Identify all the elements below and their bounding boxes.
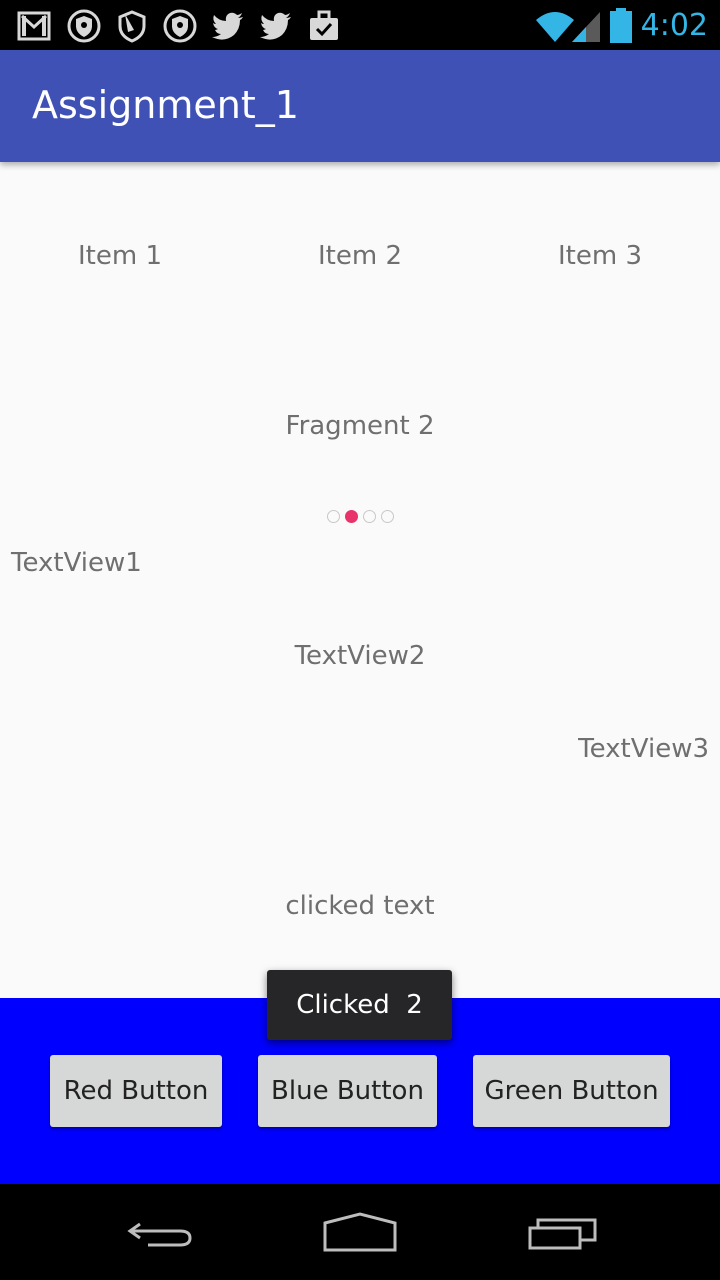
- signal-icon: [572, 12, 600, 42]
- textview2: TextView2: [294, 641, 426, 671]
- status-bar: 4:02: [0, 0, 720, 50]
- shield-hand-icon: [118, 10, 146, 43]
- tab-item-3[interactable]: Item 3: [480, 238, 720, 274]
- status-time: 4:02: [640, 8, 708, 43]
- app-bar: Assignment_1: [0, 50, 720, 162]
- textview3: TextView3: [578, 734, 709, 764]
- green-button[interactable]: Green Button: [473, 1055, 670, 1127]
- recents-icon: [528, 1218, 597, 1250]
- briefcase-check-icon: [310, 10, 338, 40]
- shield-icon: [67, 9, 101, 43]
- page-dot[interactable]: [362, 510, 376, 523]
- recents-button[interactable]: [500, 1202, 620, 1262]
- fragment-label: Fragment 2: [285, 411, 435, 441]
- tab-item-2[interactable]: Item 2: [240, 238, 480, 274]
- page-indicator: [0, 510, 720, 526]
- home-button[interactable]: [300, 1202, 420, 1262]
- twitter-icon: [212, 12, 243, 40]
- back-icon: [127, 1222, 192, 1247]
- nav-bar: [0, 1184, 720, 1280]
- page-dot[interactable]: [326, 510, 340, 523]
- app-title: Assignment_1: [32, 83, 299, 127]
- tab-item-1[interactable]: Item 1: [0, 238, 240, 274]
- shield-icon: [163, 9, 197, 43]
- main-content: Item 1 Item 2 Item 3 Fragment 2 TextView…: [0, 162, 720, 998]
- gmail-icon: [17, 11, 51, 41]
- red-button[interactable]: Red Button: [50, 1055, 222, 1127]
- page-dot[interactable]: [380, 510, 394, 523]
- battery-icon: [610, 8, 632, 43]
- twitter-icon: [260, 12, 291, 40]
- back-button[interactable]: [100, 1202, 220, 1262]
- textview1: TextView1: [11, 548, 142, 578]
- blue-button[interactable]: Blue Button: [258, 1055, 437, 1127]
- page-dot-active[interactable]: [344, 510, 358, 523]
- toast-message: Clicked 2: [267, 970, 452, 1040]
- clicked-text: clicked text: [285, 891, 435, 921]
- home-icon: [323, 1212, 397, 1252]
